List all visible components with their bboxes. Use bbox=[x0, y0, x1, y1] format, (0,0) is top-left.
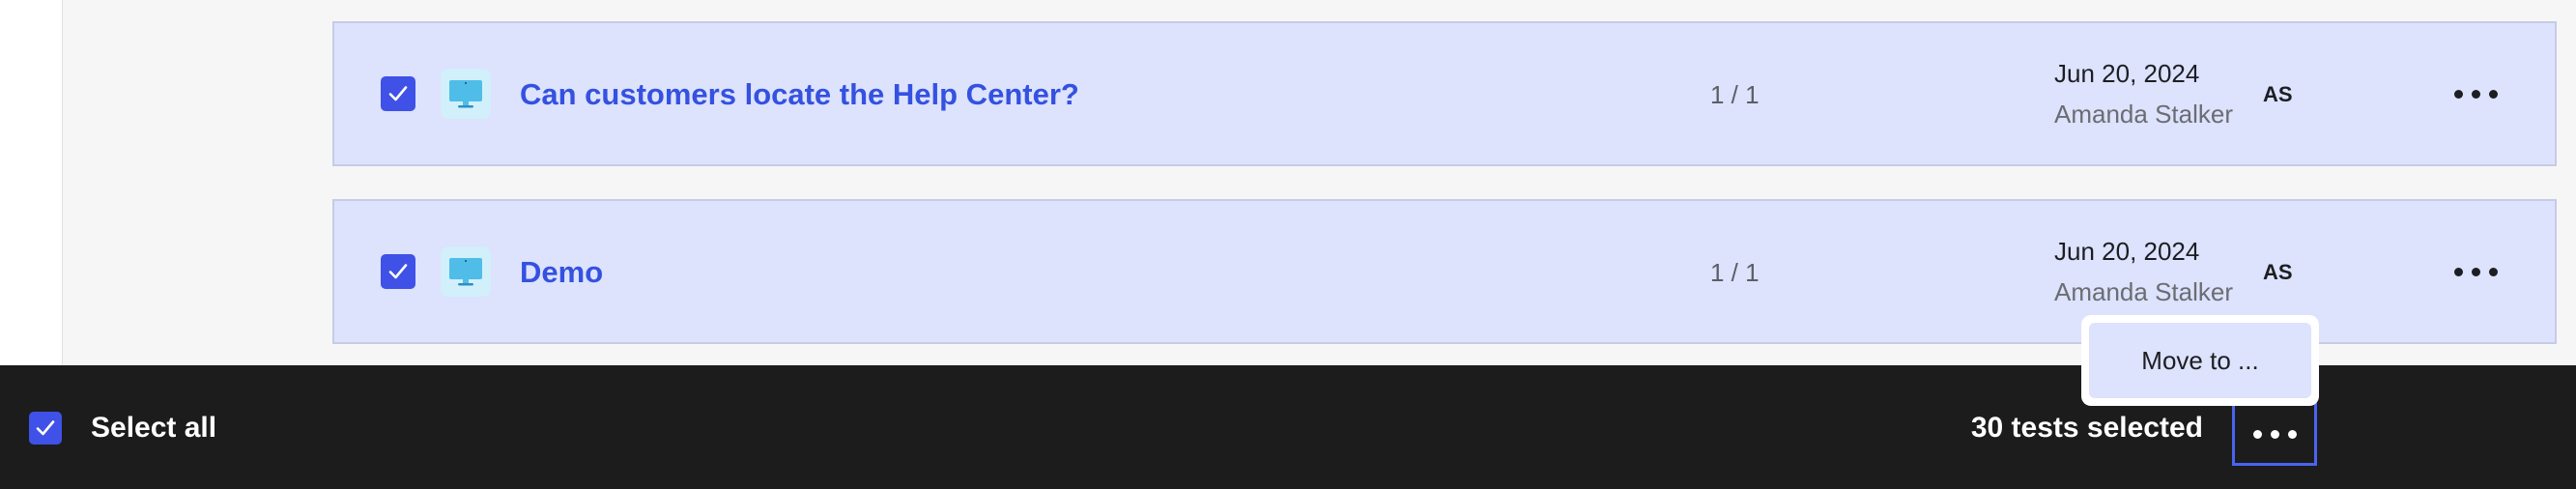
row-more-button[interactable] bbox=[2441, 72, 2510, 116]
bulk-actions-menu: Move to ... bbox=[2081, 315, 2319, 406]
desktop-monitor-icon bbox=[441, 69, 491, 119]
checkmark-icon bbox=[388, 264, 408, 279]
test-row[interactable]: Can customers locate the Help Center? 1 … bbox=[332, 21, 2557, 166]
more-horizontal-icon bbox=[2453, 89, 2463, 99]
row-checkbox[interactable] bbox=[381, 254, 415, 289]
author-initials: AS bbox=[2263, 260, 2293, 284]
test-author: Amanda Stalker bbox=[2054, 100, 2233, 129]
more-horizontal-icon bbox=[2453, 267, 2463, 276]
move-to-menu-item[interactable]: Move to ... bbox=[2089, 323, 2311, 398]
row-checkbox[interactable] bbox=[381, 76, 415, 111]
row-more-button[interactable] bbox=[2441, 249, 2510, 294]
desktop-monitor-icon bbox=[441, 246, 491, 297]
checkmark-icon bbox=[388, 86, 408, 101]
test-count: 1 / 1 bbox=[1710, 80, 1760, 109]
test-title-link[interactable]: Demo bbox=[520, 251, 603, 294]
test-date: Jun 20, 2024 bbox=[2054, 237, 2200, 266]
selected-count: 30 tests selected bbox=[1970, 412, 2203, 444]
test-date: Jun 20, 2024 bbox=[2054, 59, 2200, 88]
select-all-label[interactable]: Select all bbox=[91, 408, 216, 448]
checkmark-icon bbox=[36, 420, 55, 436]
more-horizontal-icon bbox=[2252, 429, 2262, 439]
left-panel bbox=[0, 0, 63, 365]
select-all-checkbox[interactable] bbox=[29, 412, 62, 445]
test-title-link[interactable]: Can customers locate the Help Center? bbox=[520, 73, 1079, 116]
author-initials: AS bbox=[2263, 82, 2293, 106]
bulk-more-button[interactable] bbox=[2232, 402, 2317, 466]
test-author: Amanda Stalker bbox=[2054, 277, 2233, 306]
test-count: 1 / 1 bbox=[1710, 258, 1760, 287]
